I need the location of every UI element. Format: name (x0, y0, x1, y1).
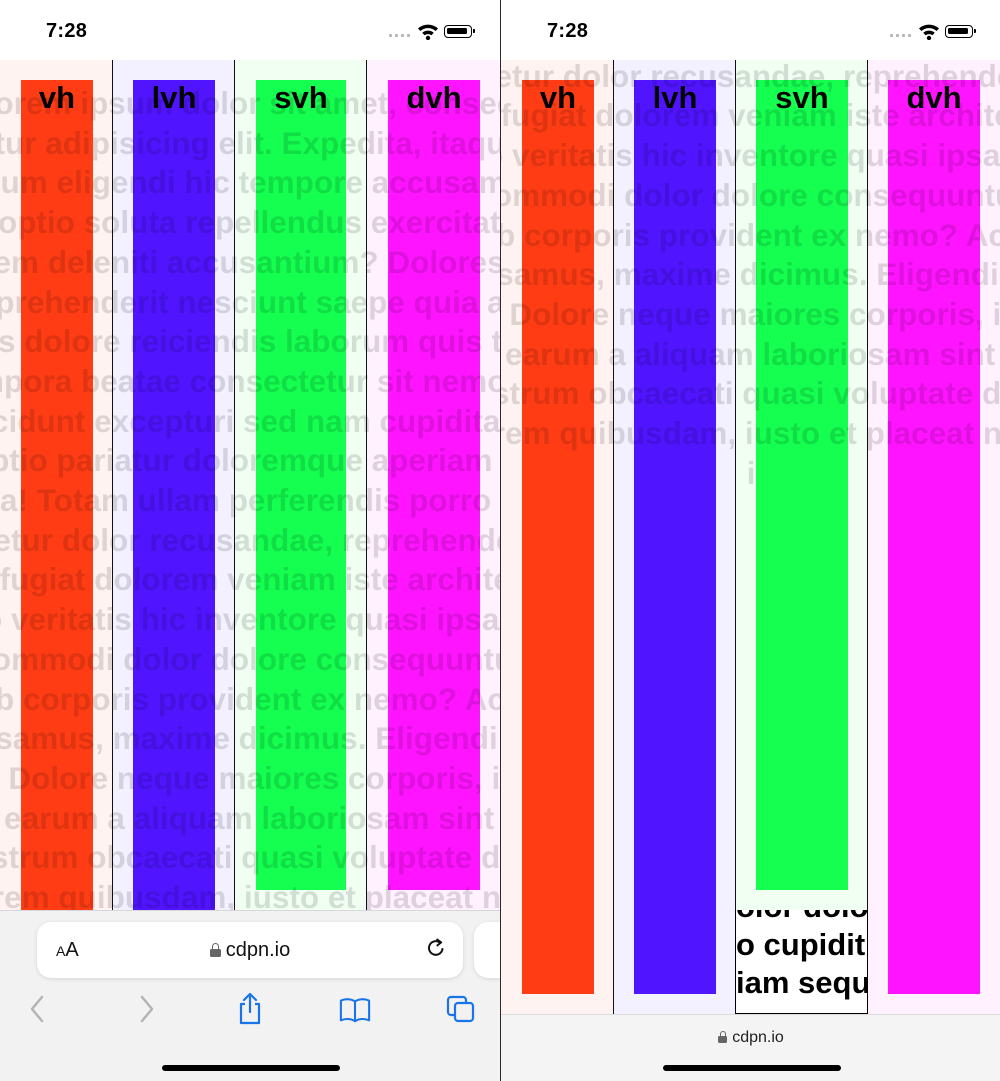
web-content: vh lvh svh dvh Lorem ipsum dolor sit ame… (0, 60, 500, 910)
status-time: 7:28 (46, 20, 88, 42)
cellular-signal-icon (389, 34, 411, 38)
wifi-icon (919, 24, 939, 40)
url-display[interactable]: cdpn.io (37, 939, 463, 962)
back-icon[interactable] (22, 991, 54, 1027)
battery-icon (945, 25, 976, 38)
home-indicator (162, 1065, 340, 1071)
status-bar: 7:28 (501, 0, 1000, 60)
safari-bottom-toolbar: AA cdpn.io (0, 910, 500, 1081)
status-bar: 7:28 (0, 0, 500, 60)
url-text: cdpn.io (225, 939, 291, 961)
overflow-line: o cupiditi (736, 927, 868, 962)
phone-screen-right: 7:28 vh lvh svh dvh etur dolor recusanda… (501, 0, 1000, 1081)
cellular-signal-icon (890, 34, 912, 38)
overflow-line: olor dolo (736, 910, 867, 926)
tabs-icon[interactable] (445, 991, 477, 1027)
svh-overflow-panel: olor dolo o cupiditi iam sequ (735, 910, 868, 1014)
bookmarks-icon[interactable] (339, 991, 371, 1027)
url-text: cdpn.io (732, 1029, 784, 1046)
share-icon[interactable] (234, 991, 266, 1027)
lock-icon (718, 1031, 728, 1043)
battery-icon (444, 25, 475, 38)
url-display[interactable]: cdpn.io (501, 1029, 1000, 1047)
forward-icon[interactable] (130, 991, 162, 1027)
lock-icon (209, 943, 221, 957)
phone-screen-left: 7:28 vh lvh svh dvh orem ipsum dolor sit… (0, 0, 500, 1081)
home-indicator (663, 1065, 841, 1071)
web-content: vh lvh svh dvh Lorem ipsum dolor sit ame… (501, 60, 1000, 1014)
reload-icon[interactable] (425, 937, 447, 959)
background-lorem-text: Lorem ipsum dolor sit amet, consectetur … (0, 85, 500, 910)
next-tab-address-bar[interactable] (474, 922, 500, 978)
address-bar[interactable]: AA cdpn.io (37, 922, 463, 978)
wifi-icon (418, 24, 438, 40)
background-lorem-text: Lorem ipsum dolor sit amet, consectetur … (501, 60, 1000, 491)
status-time: 7:28 (547, 20, 589, 42)
overflow-line: iam sequ (736, 965, 868, 1000)
